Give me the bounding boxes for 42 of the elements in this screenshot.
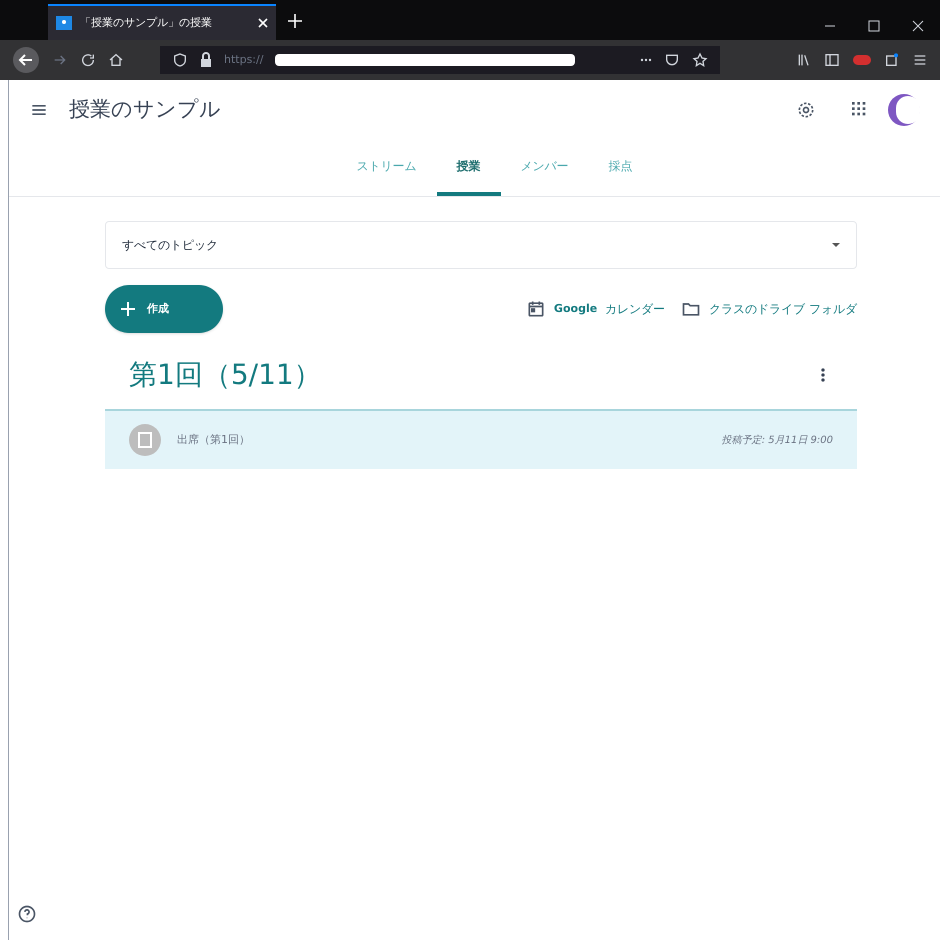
sidebar-icon[interactable] (824, 52, 840, 68)
topic-dropdown[interactable]: すべてのトピック (105, 221, 857, 269)
assignment-row[interactable]: 出席（第1回） 投稿予定: 5月11日 9:00 (105, 411, 857, 469)
close-icon[interactable] (912, 20, 924, 32)
address-bar[interactable]: https:// (160, 46, 720, 74)
class-title: 授業のサンプル (69, 96, 221, 124)
topic-title: 第1回（5/11） (129, 357, 322, 393)
nav-tab[interactable]: ストリーム (336, 140, 436, 196)
extension-icon[interactable] (884, 52, 900, 68)
plus-icon (121, 302, 135, 316)
home-icon[interactable] (108, 52, 124, 68)
nav-tab[interactable]: メンバー (500, 140, 588, 196)
pocket-icon[interactable] (664, 52, 680, 68)
classroom-icon (56, 15, 72, 31)
assignment-icon (129, 424, 161, 456)
browser-tab[interactable]: 「授業のサンプル」の授業 (48, 4, 276, 40)
shield-icon (172, 52, 188, 68)
nav-tab[interactable]: 授業 (436, 140, 500, 196)
star-icon[interactable] (692, 52, 708, 68)
lock-icon (200, 52, 212, 68)
url-text: https:// (224, 52, 264, 68)
apps-grid-icon[interactable] (852, 102, 868, 118)
more-icon[interactable] (640, 58, 652, 62)
drive-folder-link[interactable]: クラスのドライブ フォルダ (681, 299, 857, 319)
settings-icon[interactable] (796, 100, 816, 120)
dropdown-caret-icon (832, 243, 840, 247)
calendar-link[interactable]: Google カレンダー (526, 299, 666, 319)
help-icon[interactable] (17, 904, 37, 924)
tab-title: 「授業のサンプル」の授業 (80, 14, 213, 31)
reload-icon[interactable] (80, 52, 96, 68)
new-tab-icon[interactable] (288, 14, 302, 28)
back-icon[interactable] (12, 46, 40, 74)
assignment-title: 出席（第1回） (177, 432, 251, 448)
create-button[interactable]: 作成 (105, 285, 223, 333)
avatar[interactable] (888, 94, 920, 126)
link-label: カレンダー (605, 301, 666, 318)
scheduled-date: 投稿予定: 5月11日 9:00 (722, 434, 833, 448)
maximize-icon[interactable] (868, 20, 880, 32)
calendar-icon (526, 299, 546, 319)
nav-tab[interactable]: 採点 (588, 140, 652, 196)
calendar-brand-text: Google (554, 300, 598, 317)
link-label: クラスのドライブ フォルダ (709, 301, 857, 318)
